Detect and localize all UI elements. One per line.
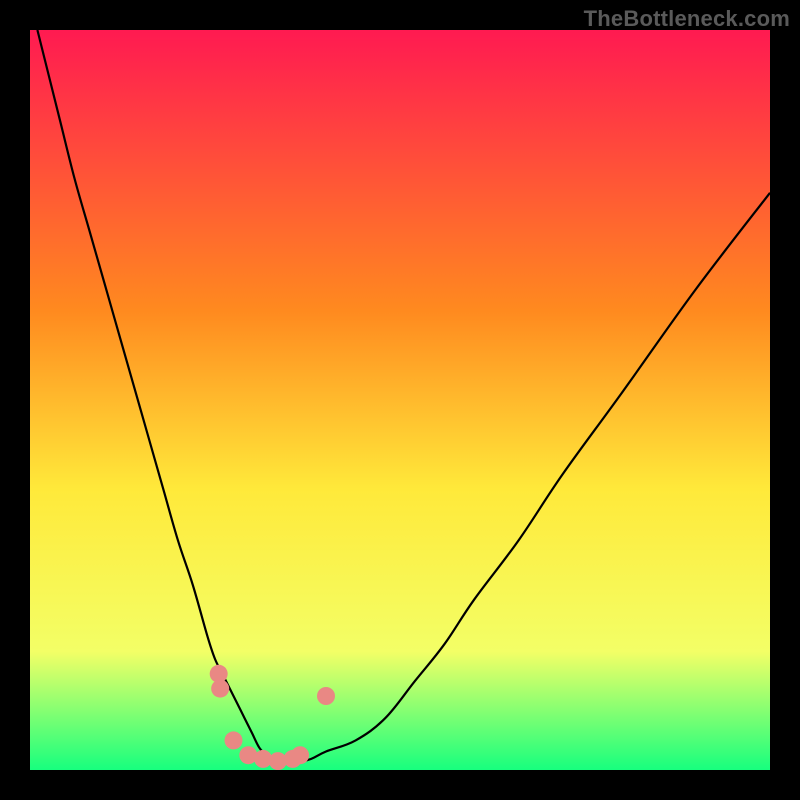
watermark-text: TheBottleneck.com — [584, 6, 790, 32]
data-dot — [211, 680, 229, 698]
data-dot — [225, 731, 243, 749]
gradient-background — [30, 30, 770, 770]
data-dot — [317, 687, 335, 705]
data-dot — [291, 746, 309, 764]
chart-stage: TheBottleneck.com — [0, 0, 800, 800]
bottleneck-plot — [30, 30, 770, 770]
